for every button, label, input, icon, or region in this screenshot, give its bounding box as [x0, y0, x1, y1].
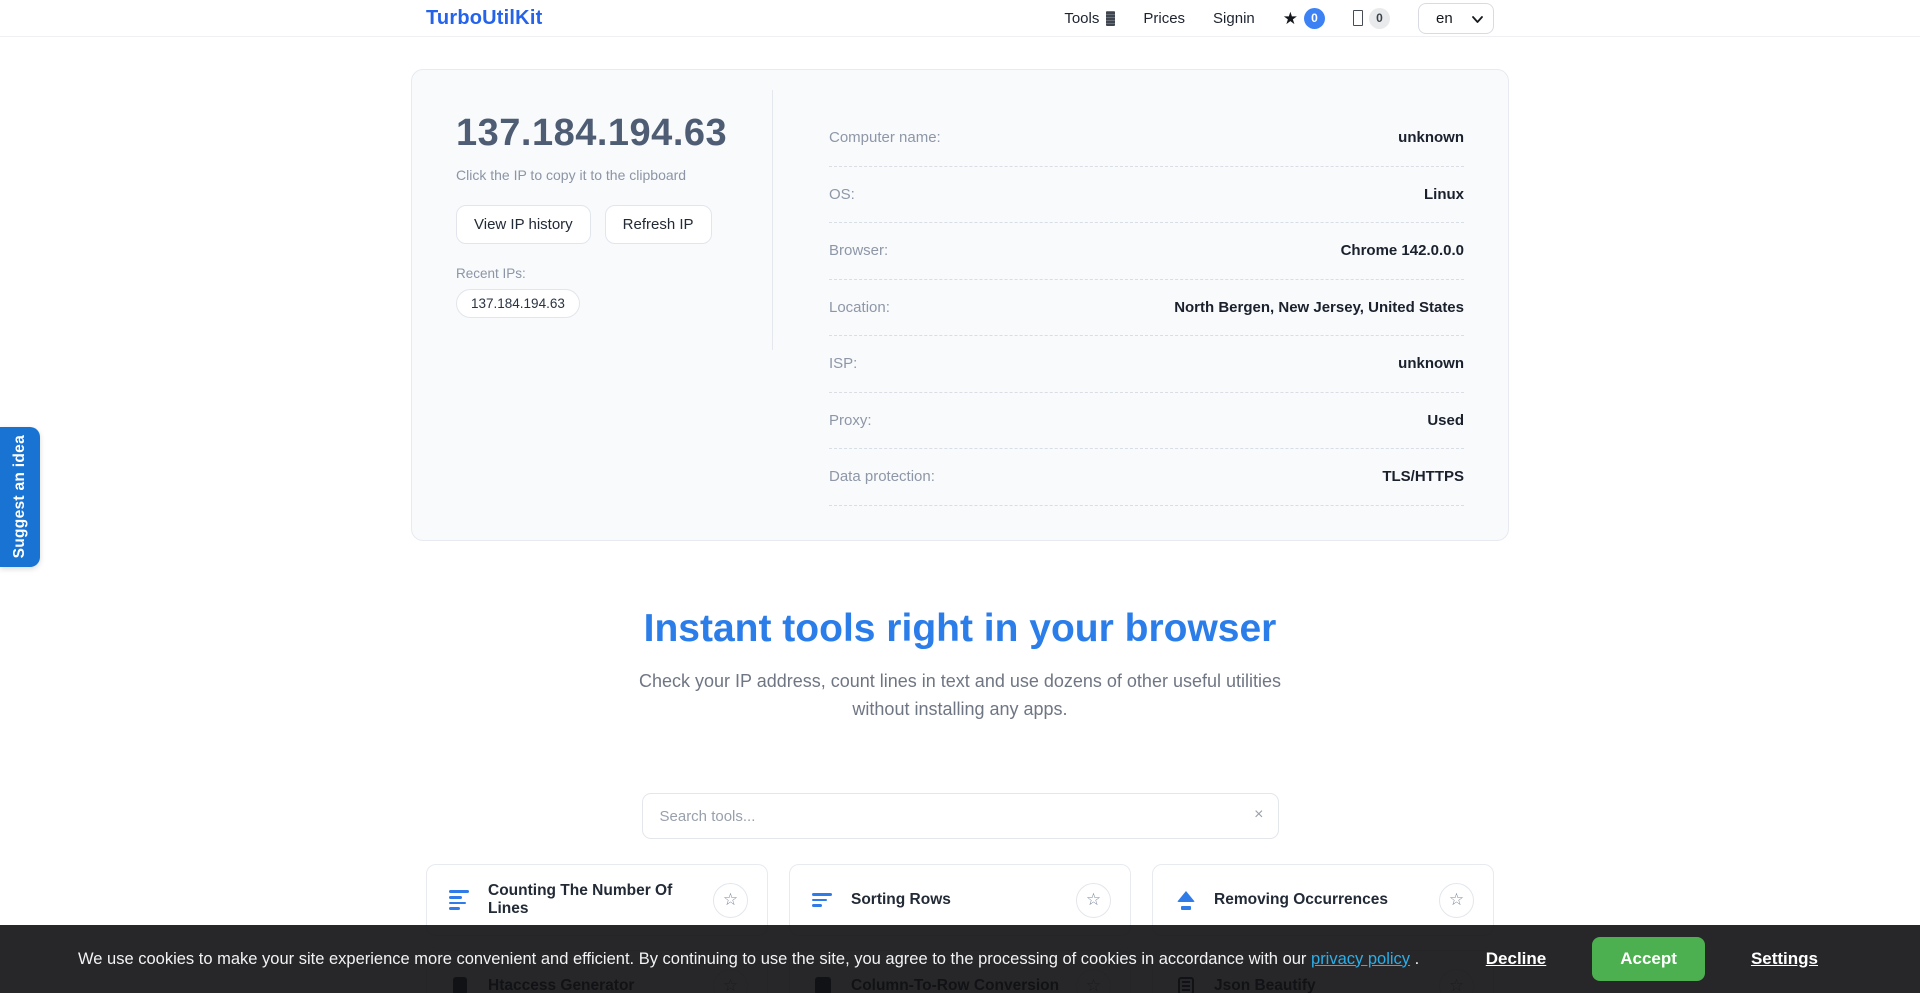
info-value: Linux: [1424, 186, 1464, 203]
refresh-ip-button[interactable]: Refresh IP: [605, 205, 712, 244]
info-label: Computer name:: [829, 129, 941, 146]
table-row: Computer name: unknown: [829, 110, 1464, 167]
info-label: Data protection:: [829, 468, 935, 485]
favorite-star-button[interactable]: ☆: [1439, 883, 1474, 918]
info-label: ISP:: [829, 355, 857, 372]
cookie-message: We use cookies to make your site experie…: [78, 950, 1440, 969]
recent-glyph-icon: [1353, 10, 1363, 26]
privacy-policy-link[interactable]: privacy policy: [1311, 950, 1410, 968]
favorites-count-badge: 0: [1304, 8, 1325, 29]
star-icon: ★: [1283, 10, 1298, 27]
recent-count-badge: 0: [1369, 8, 1390, 29]
tool-title: Removing Occurrences: [1214, 891, 1388, 909]
info-value: Used: [1427, 412, 1464, 429]
chevron-down-icon: [1472, 14, 1483, 25]
sort-rows-icon: [812, 893, 834, 907]
navbar: TurboUtilKit Tools Prices Signin ★ 0 0 e…: [0, 0, 1920, 37]
nav-signin-label: Signin: [1213, 10, 1255, 27]
info-value: unknown: [1398, 355, 1464, 372]
vertical-divider: [772, 90, 773, 350]
page-title: Instant tools right in your browser: [0, 607, 1920, 651]
cookie-banner: We use cookies to make your site experie…: [0, 925, 1920, 993]
nav-item-signin[interactable]: Signin: [1213, 10, 1255, 27]
language-value: en: [1436, 10, 1453, 27]
favorite-star-button[interactable]: ☆: [713, 883, 748, 918]
language-select[interactable]: en: [1418, 3, 1494, 34]
settings-button[interactable]: Settings: [1751, 949, 1818, 969]
decline-button[interactable]: Decline: [1486, 949, 1546, 969]
recent-counter[interactable]: 0: [1353, 8, 1390, 29]
tool-title: Sorting Rows: [851, 891, 951, 909]
align-left-lines-icon: [449, 890, 471, 909]
connection-info-table: Computer name: unknown OS: Linux Browser…: [772, 70, 1508, 540]
ip-summary-panel: 137.184.194.63 Click the IP to copy it t…: [412, 70, 772, 540]
table-row: Browser: Chrome 142.0.0.0: [829, 223, 1464, 280]
info-label: OS:: [829, 186, 855, 203]
site-logo[interactable]: TurboUtilKit: [426, 7, 542, 30]
upload-icon: [1175, 891, 1197, 910]
info-value: North Bergen, New Jersey, United States: [1174, 299, 1464, 316]
page-subtitle: Check your IP address, count lines in te…: [635, 667, 1285, 723]
nav-prices-label: Prices: [1143, 10, 1185, 27]
table-row: OS: Linux: [829, 167, 1464, 224]
suggest-idea-label: Suggest an idea: [11, 435, 29, 558]
nav-item-tools[interactable]: Tools: [1064, 10, 1115, 27]
accept-button[interactable]: Accept: [1592, 937, 1705, 981]
cookie-text-before: We use cookies to make your site experie…: [78, 950, 1311, 968]
favorites-counter[interactable]: ★ 0: [1283, 8, 1325, 29]
table-row: Proxy: Used: [829, 393, 1464, 450]
info-label: Browser:: [829, 242, 888, 259]
ip-copy-hint: Click the IP to copy it to the clipboard: [456, 167, 772, 183]
nav-item-prices[interactable]: Prices: [1143, 10, 1185, 27]
nav-tools-label: Tools: [1064, 10, 1099, 27]
search-container: ×: [642, 793, 1279, 839]
suggest-idea-tab[interactable]: Suggest an idea: [0, 427, 40, 567]
table-row: ISP: unknown: [829, 336, 1464, 393]
view-ip-history-button[interactable]: View IP history: [456, 205, 591, 244]
info-label: Location:: [829, 299, 890, 316]
tools-dropdown-glyph-icon: [1106, 11, 1115, 26]
search-clear-icon[interactable]: ×: [1254, 805, 1263, 825]
recent-ips-label: Recent IPs:: [456, 266, 772, 281]
ip-address[interactable]: 137.184.194.63: [456, 112, 772, 155]
table-row: Location: North Bergen, New Jersey, Unit…: [829, 280, 1464, 337]
tool-title: Counting The Number Of Lines: [488, 882, 713, 918]
search-input[interactable]: [642, 793, 1279, 839]
recent-ip-pill[interactable]: 137.184.194.63: [456, 289, 580, 318]
table-row: Data protection: TLS/HTTPS: [829, 449, 1464, 506]
info-value: Chrome 142.0.0.0: [1341, 242, 1464, 259]
cookie-text-after: .: [1410, 950, 1419, 968]
ip-info-card: 137.184.194.63 Click the IP to copy it t…: [411, 69, 1509, 541]
info-value: unknown: [1398, 129, 1464, 146]
info-label: Proxy:: [829, 412, 872, 429]
info-value: TLS/HTTPS: [1382, 468, 1464, 485]
favorite-star-button[interactable]: ☆: [1076, 883, 1111, 918]
